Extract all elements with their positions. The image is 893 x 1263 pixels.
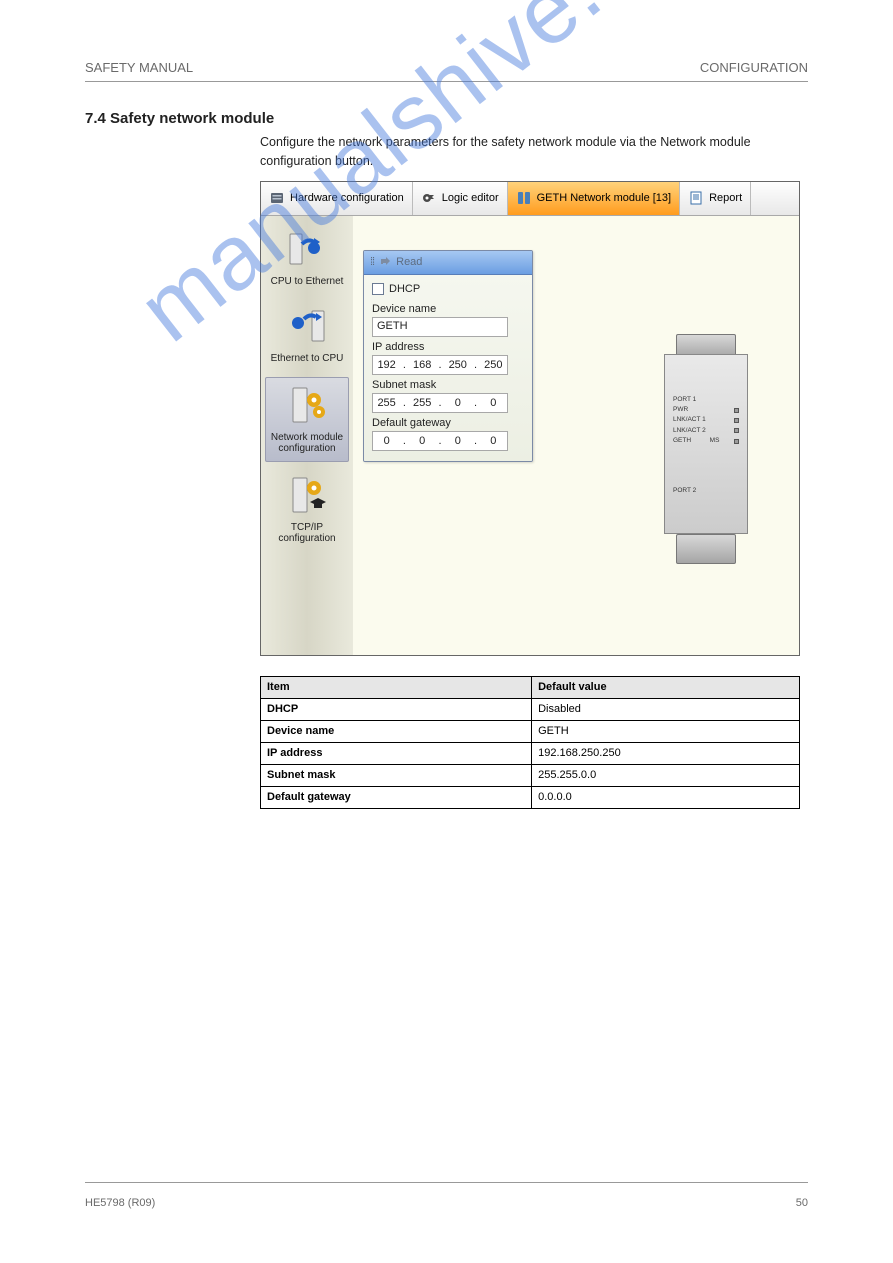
dhcp-label: DHCP — [389, 283, 420, 295]
cpu-to-ethernet-icon — [284, 226, 330, 272]
table-cell: GETH — [532, 720, 800, 742]
tab-label: Logic editor — [442, 192, 499, 204]
sidebar: CPU to Ethernet Ethernet to CPU Network … — [261, 216, 353, 655]
header-right: CONFIGURATION — [700, 60, 808, 75]
ip-address-label: IP address — [372, 341, 524, 353]
ip-octet[interactable]: 168 — [411, 359, 433, 371]
header-left: SAFETY MANUAL — [85, 60, 193, 75]
ip-octet[interactable]: 250 — [482, 359, 504, 371]
sidebar-item-ethernet-to-cpu[interactable]: Ethernet to CPU — [265, 299, 349, 371]
module-label: PWR — [673, 405, 688, 415]
tab-label: GETH Network module [13] — [537, 192, 672, 204]
tab-label: Hardware configuration — [290, 192, 404, 204]
table-row: Device nameGETH — [261, 720, 800, 742]
table-cell: Subnet mask — [261, 764, 532, 786]
table-cell: Disabled — [532, 698, 800, 720]
table-cell: 255.255.0.0 — [532, 764, 800, 786]
device-name-label: Device name — [372, 303, 524, 315]
section-title: 7.4 Safety network module — [85, 110, 808, 127]
tab-bar: Hardware configuration Logic editor GETH… — [261, 182, 799, 216]
tab-logic-editor[interactable]: Logic editor — [413, 182, 508, 215]
module-label: PORT 2 — [673, 486, 696, 496]
tab-label: Report — [709, 192, 742, 204]
sidebar-item-tcpip-configuration[interactable]: TCP/IP configuration — [265, 468, 349, 551]
ip-octet[interactable]: 0 — [411, 435, 433, 447]
table-row: Subnet mask255.255.0.0 — [261, 764, 800, 786]
footer-left: HE5798 (R09) — [85, 1197, 155, 1209]
module-illustration: PORT 1 PWR LNK/ACT 1 LNK/ACT 2 GETH MS PO… — [664, 334, 749, 564]
default-gateway-input[interactable]: 0. 0. 0. 0 — [372, 431, 508, 451]
led-icon — [734, 418, 739, 423]
led-icon — [734, 408, 739, 413]
ip-octet[interactable]: 0 — [376, 435, 398, 447]
table-row: IP address192.168.250.250 — [261, 742, 800, 764]
sidebar-item-label: CPU to Ethernet — [267, 276, 347, 288]
tab-report[interactable]: Report — [680, 182, 751, 215]
footer-right: 50 — [796, 1197, 808, 1209]
table-cell: IP address — [261, 742, 532, 764]
table-cell: 192.168.250.250 — [532, 742, 800, 764]
ip-octet[interactable]: 0 — [447, 435, 469, 447]
device-name-input[interactable]: GETH — [372, 317, 508, 337]
dhcp-checkbox[interactable] — [372, 283, 384, 295]
gear-link-icon — [421, 190, 437, 206]
footer-rule — [85, 1182, 808, 1183]
module-gear-hat-icon — [284, 472, 330, 518]
ip-octet[interactable]: 0 — [482, 435, 504, 447]
tab-geth-network-module[interactable]: GETH Network module [13] — [508, 182, 681, 215]
module-label: MS — [710, 436, 720, 446]
read-button-label[interactable]: Read — [396, 256, 422, 268]
panel-header: ⁞⁞ Read — [364, 251, 532, 275]
report-icon — [688, 190, 704, 206]
read-icon — [379, 255, 391, 270]
ethernet-to-cpu-icon — [284, 303, 330, 349]
rack-icon — [269, 190, 285, 206]
ip-octet[interactable]: 0 — [447, 397, 469, 409]
ip-octet[interactable]: 192 — [376, 359, 398, 371]
config-panel: ⁞⁞ Read DHCP Device name GETH IP a — [363, 250, 533, 462]
table-cell: Default gateway — [261, 786, 532, 808]
module-gear-icon — [284, 382, 330, 428]
table-header: Item — [261, 676, 532, 698]
defaults-table: Item Default value DHCPDisabled Device n… — [260, 676, 800, 809]
ip-octet[interactable]: 0 — [482, 397, 504, 409]
sidebar-item-label: TCP/IP configuration — [267, 522, 347, 545]
table-row: Default gateway0.0.0.0 — [261, 786, 800, 808]
table-cell: 0.0.0.0 — [532, 786, 800, 808]
ip-octet[interactable]: 255 — [376, 397, 398, 409]
sidebar-item-network-module-configuration[interactable]: Network module configuration — [265, 377, 349, 462]
subnet-mask-input[interactable]: 255. 255. 0. 0 — [372, 393, 508, 413]
module-label: LNK/ACT 1 — [673, 415, 706, 425]
module-label: PORT 1 — [673, 395, 696, 405]
led-icon — [734, 428, 739, 433]
tab-hardware-configuration[interactable]: Hardware configuration — [261, 182, 413, 215]
subnet-mask-label: Subnet mask — [372, 379, 524, 391]
header-rule — [85, 81, 808, 82]
ip-octet[interactable]: 250 — [447, 359, 469, 371]
table-row: DHCPDisabled — [261, 698, 800, 720]
network-module-icon — [516, 190, 532, 206]
ip-octet[interactable]: 255 — [411, 397, 433, 409]
grip-icon: ⁞⁞ — [370, 256, 374, 268]
table-header: Default value — [532, 676, 800, 698]
screenshot-frame: Hardware configuration Logic editor GETH… — [260, 181, 800, 656]
intro-paragraph: Configure the network parameters for the… — [260, 133, 808, 171]
default-gateway-label: Default gateway — [372, 417, 524, 429]
sidebar-item-label: Network module configuration — [268, 432, 346, 455]
sidebar-item-cpu-to-ethernet[interactable]: CPU to Ethernet — [265, 222, 349, 294]
ip-address-input[interactable]: 192. 168. 250. 250 — [372, 355, 508, 375]
table-cell: Device name — [261, 720, 532, 742]
module-label: LNK/ACT 2 — [673, 426, 706, 436]
table-cell: DHCP — [261, 698, 532, 720]
sidebar-item-label: Ethernet to CPU — [267, 353, 347, 365]
module-label: GETH — [673, 436, 691, 446]
led-icon — [734, 439, 739, 444]
